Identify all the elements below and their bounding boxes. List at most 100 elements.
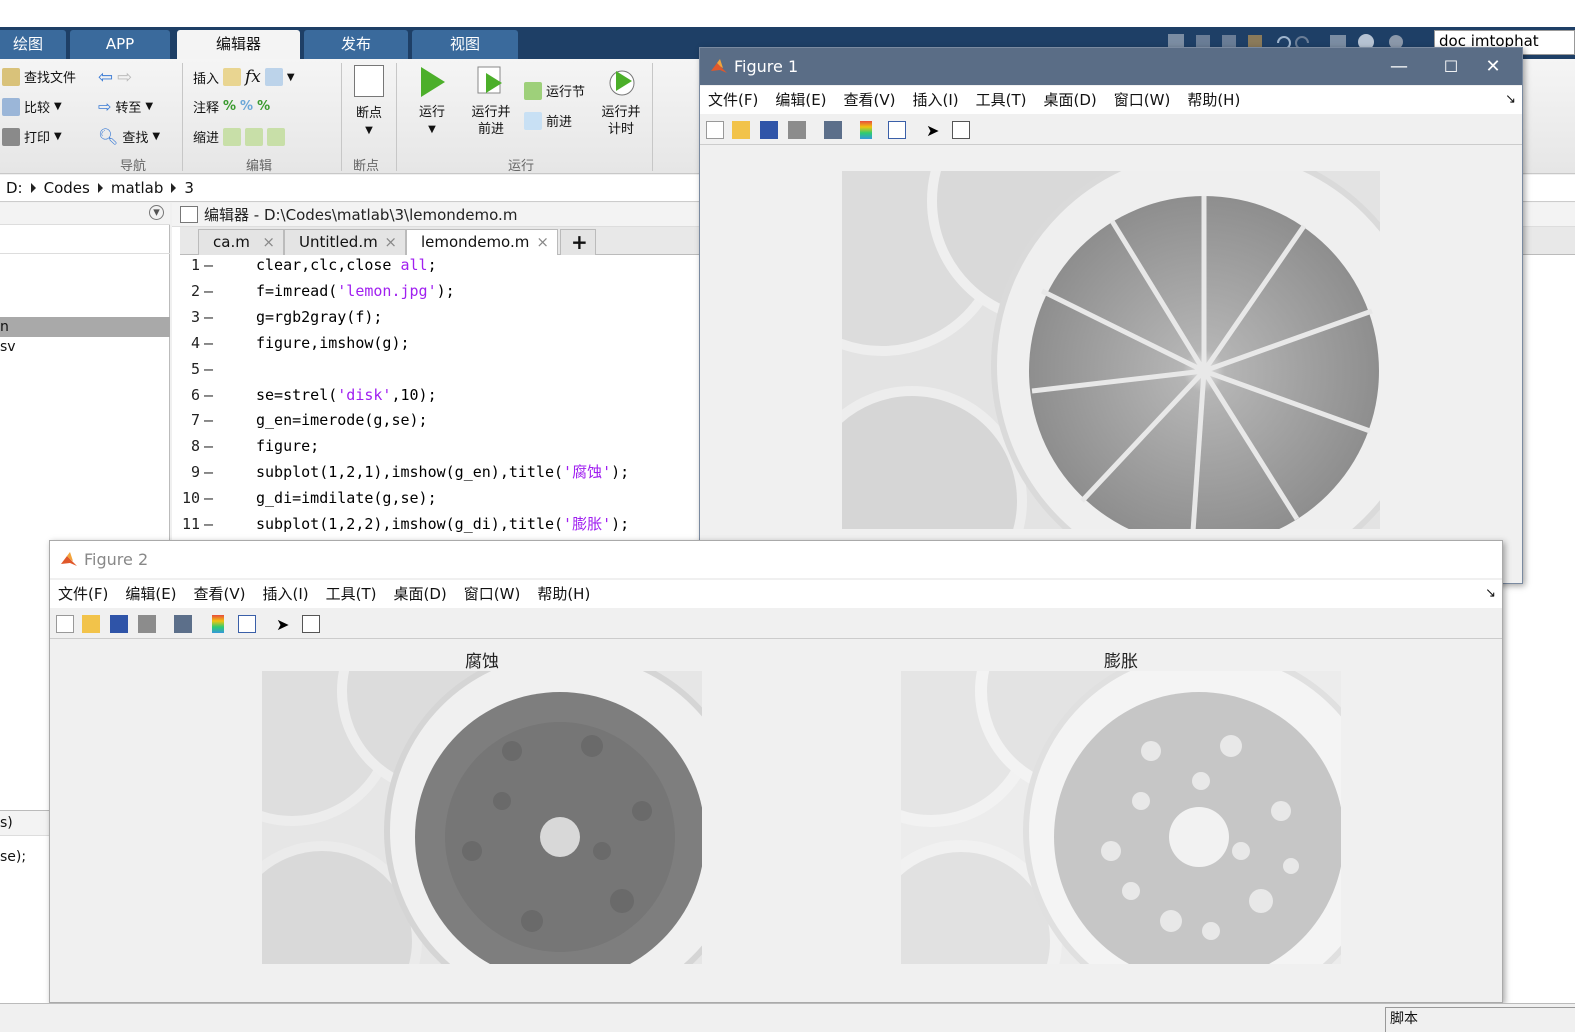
run-and-time-button[interactable]: 运行并 计时: [596, 65, 646, 138]
line-number: 7: [190, 411, 200, 430]
menu-insert[interactable]: 插入(I): [263, 580, 309, 608]
address-part[interactable]: 3: [184, 179, 194, 197]
maximize-button[interactable]: ☐: [1428, 48, 1474, 85]
file-list-item-selected[interactable]: n: [0, 317, 170, 337]
file-list-item[interactable]: sv: [0, 339, 16, 355]
print-button[interactable]: 打印 ▼: [2, 127, 62, 146]
panel-menu-icon[interactable]: ▾: [149, 205, 164, 220]
dock-icon[interactable]: ↘: [1505, 86, 1516, 114]
link-plot-icon[interactable]: [824, 121, 842, 139]
breakpoint-marker[interactable]: —: [204, 407, 213, 433]
address-part[interactable]: matlab: [111, 179, 164, 197]
close-button[interactable]: ✕: [1470, 48, 1516, 85]
menu-window[interactable]: 窗口(W): [464, 580, 521, 608]
tab-editor[interactable]: 编辑器: [177, 30, 300, 59]
find-files-button[interactable]: 查找文件: [2, 67, 76, 86]
run-section-button[interactable]: 运行节: [524, 81, 585, 100]
breakpoints-button[interactable]: 断点 ▼: [348, 65, 390, 139]
menu-tools[interactable]: 工具(T): [326, 580, 377, 608]
figure2-window: Figure 2 文件(F) 编辑(E) 查看(V) 插入(I) 工具(T) 桌…: [49, 540, 1503, 1032]
tab-publish[interactable]: 发布: [304, 30, 408, 59]
command-history-item[interactable]: se);: [0, 849, 26, 865]
save-figure-icon[interactable]: [110, 615, 128, 633]
menu-file[interactable]: 文件(F): [58, 580, 108, 608]
dock-icon[interactable]: ↘: [1485, 580, 1496, 608]
code-text: g_en=imerode(g,se);: [256, 411, 428, 430]
status-bar: 脚本: [0, 1003, 1575, 1032]
tab-apps[interactable]: APP: [70, 30, 170, 59]
breakpoints-icon: [354, 65, 384, 97]
back-forward-buttons[interactable]: ⇦ ⇨: [98, 67, 132, 88]
code-text: subplot(1,2,2),imshow(g_di),title('膨胀');: [256, 515, 630, 533]
breakpoint-marker[interactable]: —: [204, 382, 213, 408]
run-play-icon: [421, 67, 445, 97]
breakpoint-marker[interactable]: —: [204, 485, 213, 511]
breakpoint-marker[interactable]: —: [204, 459, 213, 485]
menu-view[interactable]: 查看(V): [844, 86, 896, 114]
breakpoint-marker[interactable]: —: [204, 511, 213, 537]
editor-pencil-icon: [180, 206, 198, 223]
menu-edit[interactable]: 编辑(E): [775, 86, 826, 114]
property-inspector-icon[interactable]: [302, 615, 320, 633]
menu-desktop[interactable]: 桌面(D): [394, 580, 447, 608]
line-number: 6: [190, 385, 200, 404]
compare-button[interactable]: 比较 ▼: [2, 97, 62, 116]
new-figure-icon[interactable]: [56, 615, 74, 633]
comment-percent-icon: %: [223, 99, 237, 114]
link-plot-icon[interactable]: [174, 615, 192, 633]
legend-icon[interactable]: [888, 121, 906, 139]
breakpoint-marker[interactable]: —: [204, 278, 213, 304]
menu-view[interactable]: 查看(V): [194, 580, 246, 608]
run-and-advance-button[interactable]: 运行并 前进: [466, 65, 516, 138]
tab-plots[interactable]: 绘图: [0, 30, 66, 59]
tab-view[interactable]: 视图: [412, 30, 518, 59]
breakpoint-marker[interactable]: —: [204, 356, 213, 382]
breakpoint-marker[interactable]: —: [204, 252, 213, 278]
path-separator-icon: [97, 183, 103, 193]
figure1-titlebar[interactable]: Figure 1 — ☐ ✕: [700, 48, 1522, 85]
legend-icon[interactable]: [238, 615, 256, 633]
save-figure-icon[interactable]: [760, 121, 778, 139]
menu-insert[interactable]: 插入(I): [913, 86, 959, 114]
indent-button[interactable]: 缩进: [193, 127, 286, 146]
goto-button[interactable]: ⇨ 转至 ▼: [98, 97, 153, 116]
menu-help[interactable]: 帮助(H): [537, 580, 590, 608]
address-part[interactable]: D:: [6, 179, 23, 197]
print-figure-icon[interactable]: [788, 121, 806, 139]
figure1-image: [757, 76, 1433, 616]
new-figure-icon[interactable]: [706, 121, 724, 139]
menu-tools[interactable]: 工具(T): [976, 86, 1027, 114]
address-part[interactable]: Codes: [44, 179, 90, 197]
open-file-icon[interactable]: [732, 121, 750, 139]
compare-icon: [2, 97, 20, 116]
property-inspector-icon[interactable]: [952, 121, 970, 139]
open-file-icon[interactable]: [82, 615, 100, 633]
advance-button[interactable]: 前进: [524, 111, 572, 130]
menu-help[interactable]: 帮助(H): [1187, 86, 1240, 114]
find-button[interactable]: 🔍︎ 查找 ▼: [98, 127, 160, 146]
colorbar-icon[interactable]: [212, 615, 224, 633]
comment-button[interactable]: 注释%%%: [193, 97, 270, 116]
colorbar-icon[interactable]: [860, 121, 872, 139]
breakpoint-marker[interactable]: —: [204, 330, 213, 356]
edit-plot-cursor-icon[interactable]: ➤: [276, 615, 294, 634]
edit-plot-cursor-icon[interactable]: ➤: [926, 121, 944, 140]
code-text: clear,clc,close all;: [256, 256, 437, 274]
menu-file[interactable]: 文件(F): [708, 86, 758, 114]
menu-desktop[interactable]: 桌面(D): [1044, 86, 1097, 114]
close-tab-icon[interactable]: ×: [262, 230, 275, 254]
print-figure-icon[interactable]: [138, 615, 156, 633]
code-text: figure;: [256, 437, 320, 456]
breakpoint-marker[interactable]: —: [204, 304, 213, 330]
figure2-titlebar[interactable]: Figure 2: [50, 541, 1502, 578]
close-tab-icon[interactable]: ×: [536, 230, 549, 254]
close-tab-icon[interactable]: ×: [384, 230, 397, 254]
breakpoint-marker[interactable]: —: [204, 433, 213, 459]
insert-button[interactable]: 插入 fx ▼: [193, 67, 295, 87]
run-button[interactable]: 运行 ▼: [408, 65, 456, 138]
figure1-window: Figure 1 — ☐ ✕ 文件(F) 编辑(E) 查看(V) 插入(I) 工…: [699, 47, 1523, 616]
minimize-button[interactable]: —: [1376, 48, 1422, 85]
file-type-indicator: 脚本: [1385, 1007, 1575, 1032]
menu-edit[interactable]: 编辑(E): [125, 580, 176, 608]
menu-window[interactable]: 窗口(W): [1114, 86, 1171, 114]
